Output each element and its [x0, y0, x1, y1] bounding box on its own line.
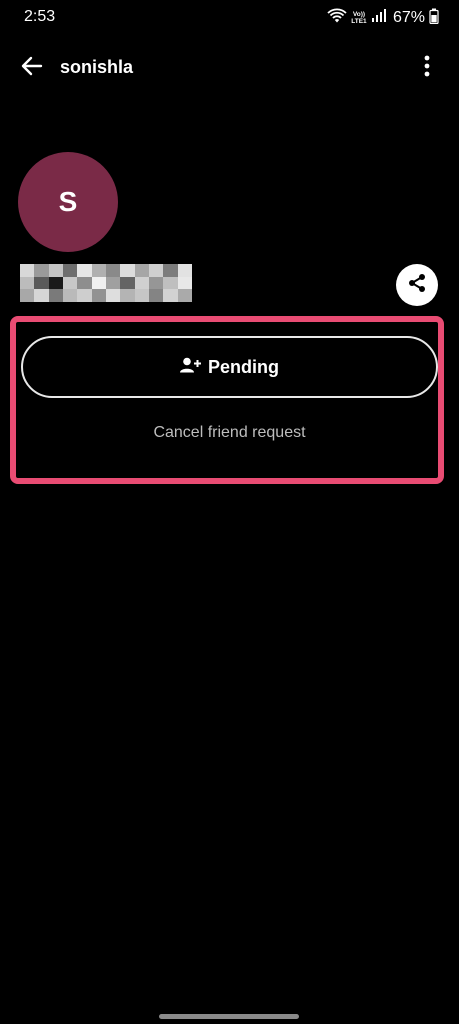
wifi-icon	[327, 8, 347, 29]
app-bar: sonishla	[0, 44, 459, 92]
person-add-icon	[180, 357, 202, 378]
more-options-button[interactable]	[415, 54, 439, 82]
cancel-friend-request-button[interactable]: Cancel friend request	[21, 424, 438, 442]
home-indicator[interactable]	[159, 1014, 299, 1019]
volte-indicator: Vo)) LTE1	[351, 11, 367, 25]
arrow-left-icon	[21, 56, 43, 81]
share-icon	[407, 273, 427, 298]
avatar: S	[18, 152, 118, 252]
redacted-display-name	[20, 264, 192, 302]
back-button[interactable]	[14, 54, 50, 82]
pending-button[interactable]: Pending	[21, 336, 438, 398]
more-vertical-icon	[424, 55, 430, 82]
profile-username: sonishla	[60, 57, 134, 77]
battery-percent: 67%	[392, 9, 425, 26]
avatar-initial: S	[58, 186, 78, 217]
battery-icon	[429, 8, 439, 29]
status-time: 2:53	[24, 8, 56, 25]
status-icons: Vo)) LTE1 67%	[327, 8, 439, 28]
volte-top: Vo))	[352, 11, 366, 18]
volte-bottom: LTE1	[351, 18, 367, 25]
pending-label: Pending	[208, 356, 279, 377]
signal-icon	[371, 8, 387, 28]
status-bar: 2:53 Vo)) LTE1 67%	[0, 0, 459, 36]
share-button[interactable]	[396, 264, 438, 306]
